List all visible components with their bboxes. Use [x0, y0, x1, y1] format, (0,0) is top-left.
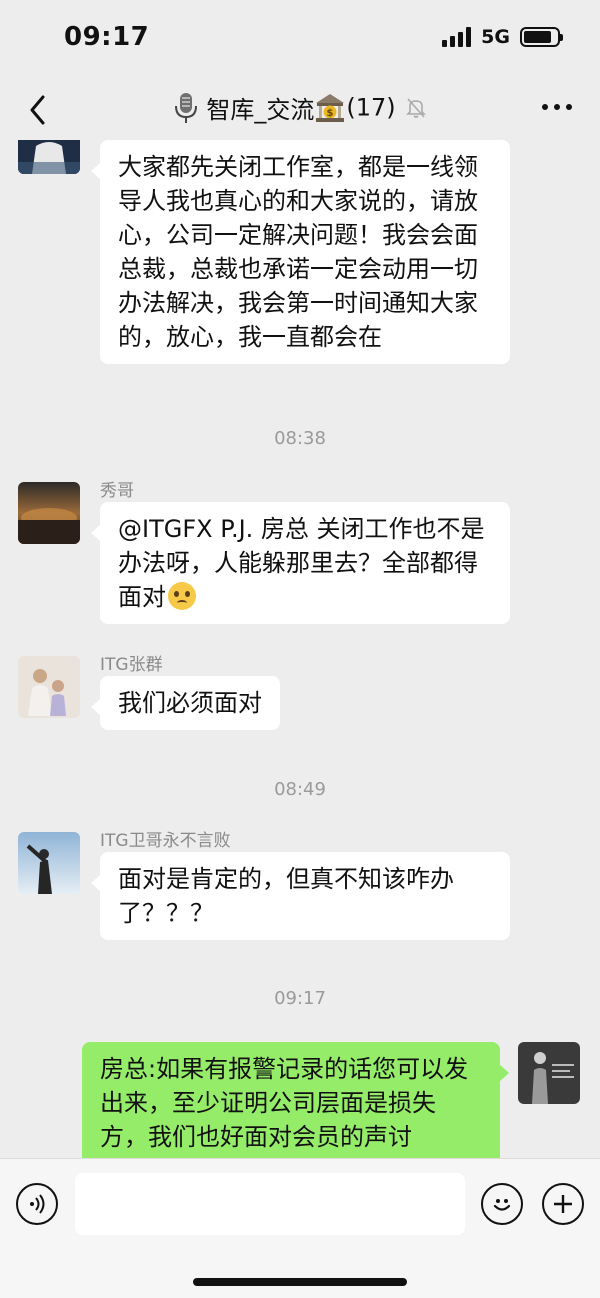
battery-icon	[520, 27, 563, 47]
sender-name: 秀哥	[100, 481, 134, 501]
avatar[interactable]	[518, 1042, 580, 1104]
more-button[interactable]	[542, 104, 572, 110]
ellipsis-icon	[542, 104, 548, 110]
status-bar: 09:17 5G	[0, 0, 600, 80]
voice-button[interactable]	[16, 1183, 58, 1225]
message-bubble[interactable]: @ITGFX P.J. 房总 关闭工作也不是办法呀，人能躲那里去？全部都得面对	[91, 502, 510, 624]
avatar[interactable]	[18, 656, 80, 718]
avatar[interactable]	[18, 140, 80, 174]
chat-title-text: 智库_交流	[206, 96, 315, 124]
message-bubble[interactable]: 大家都先关闭工作室，都是一线领导人我也真心的和大家说的，请放心，公司一定解决问题…	[91, 140, 510, 364]
avatar[interactable]	[18, 482, 80, 544]
message-bubble[interactable]: 房总:如果有报警记录的话您可以发出来，至少证明公司层面是损失方，我们也好面对会员…	[82, 1042, 509, 1158]
pleading-face-icon	[168, 582, 196, 610]
timestamp: 08:49	[274, 779, 326, 800]
network-type: 5G	[481, 26, 510, 48]
message-bubble[interactable]: 我们必须面对	[91, 676, 280, 730]
microphone-icon	[174, 92, 197, 123]
home-indicator	[193, 1278, 407, 1286]
timestamp: 09:17	[274, 988, 326, 1009]
input-bar	[0, 1158, 600, 1298]
chat-title[interactable]: 智库_交流 $ (17)	[0, 90, 600, 125]
message-text: 房总:如果有报警记录的话您可以发出来，至少证明公司层面是损失方，我们也好面对会员…	[100, 1055, 469, 1151]
sender-name: ITG卫哥永不言败	[100, 831, 231, 851]
message-text: 我们必须面对	[118, 689, 262, 717]
plus-button[interactable]	[542, 1183, 584, 1225]
timestamp: 08:38	[274, 428, 326, 449]
message-bubble[interactable]: 面对是肯定的，但真不知该咋办了？？？	[91, 852, 510, 940]
chat-header: 智库_交流 $ (17)	[0, 80, 600, 140]
signal-icon	[442, 27, 472, 47]
smile-icon	[493, 1199, 511, 1211]
status-icons: 5G	[442, 26, 563, 48]
bank-icon: $	[316, 93, 345, 122]
bell-muted-icon	[406, 97, 427, 118]
avatar[interactable]	[18, 832, 80, 894]
status-time: 09:17	[64, 22, 150, 52]
voice-icon	[30, 1194, 45, 1214]
message-text: 大家都先关闭工作室，都是一线领导人我也真心的和大家说的，请放心，公司一定解决问题…	[118, 153, 478, 351]
message-list[interactable]: 大家都先关闭工作室，都是一线领导人我也真心的和大家说的，请放心，公司一定解决问题…	[0, 140, 600, 1158]
sender-name: ITG张群	[100, 655, 163, 675]
member-count: (17)	[346, 93, 396, 122]
svg-text:$: $	[327, 108, 334, 119]
message-input[interactable]	[75, 1173, 465, 1235]
emoji-button[interactable]	[481, 1183, 523, 1225]
plus-icon	[554, 1195, 572, 1213]
message-text: 面对是肯定的，但真不知该咋办了？？？	[118, 865, 454, 927]
